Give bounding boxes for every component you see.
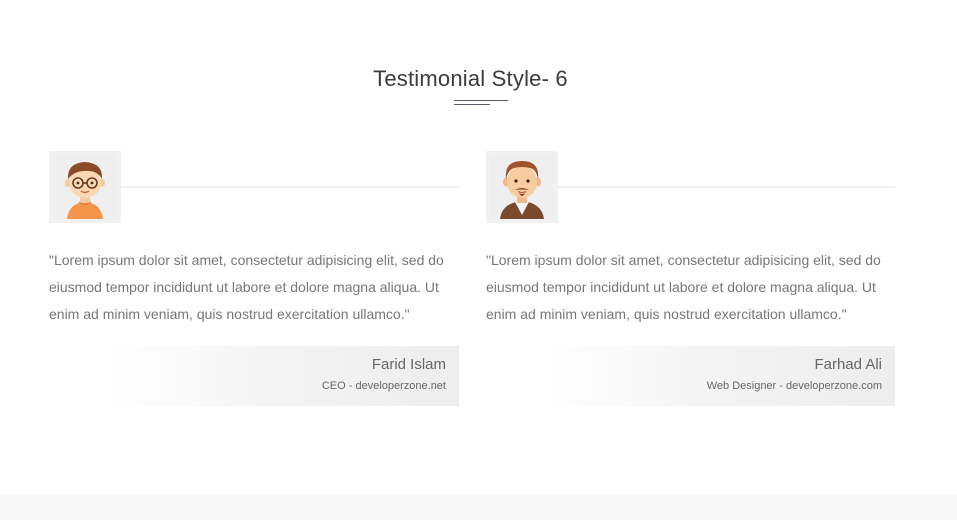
avatar [486, 151, 558, 223]
avatar [49, 151, 121, 223]
author-box: Farhad Ali Web Designer - developerzone.… [546, 346, 895, 406]
author-name: Farhad Ali [814, 356, 882, 373]
author-name: Farid Islam [371, 356, 446, 373]
testimonial-card: "Lorem ipsum dolor sit amet, consectetur… [486, 151, 895, 407]
boy-with-glasses-avatar-icon [53, 155, 117, 219]
testimonial-page: Testimonial Style- 6 "Lorem ipsum dolor … [0, 0, 957, 520]
testimonial-quote: "Lorem ipsum dolor sit amet, consectetur… [486, 252, 881, 322]
author-box: Farid Islam CEO - developerzone.net [109, 346, 459, 406]
bearded-man-avatar-icon [490, 155, 554, 219]
footer-band [0, 495, 957, 520]
title-underline [454, 100, 508, 105]
author-role: CEO - developerzone.net [321, 380, 446, 392]
author-role: Web Designer - developerzone.com [706, 380, 882, 392]
testimonial-quote: "Lorem ipsum dolor sit amet, consectetur… [49, 252, 444, 322]
card-divider [558, 186, 895, 188]
section-title: Testimonial Style- 6 [373, 66, 568, 91]
testimonial-card: "Lorem ipsum dolor sit amet, consectetur… [49, 151, 459, 407]
card-divider [121, 186, 459, 188]
